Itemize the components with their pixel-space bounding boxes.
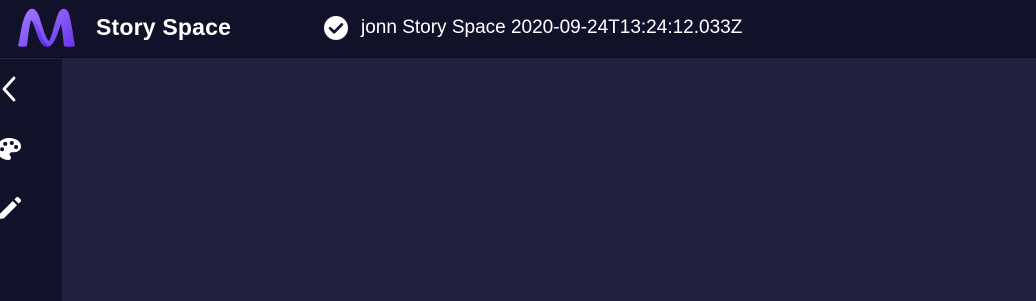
app-window: Story Space jonn Story Space 2020-09-24T…: [0, 0, 1036, 301]
top-bar: Story Space jonn Story Space 2020-09-24T…: [0, 0, 1036, 58]
back-button[interactable]: [0, 60, 40, 118]
save-status: jonn Story Space 2020-09-24T13:24:12.033…: [323, 14, 742, 42]
check-circle-icon: [324, 16, 348, 40]
left-sidebar: [0, 59, 62, 301]
edit-button[interactable]: [0, 180, 40, 238]
chevron-left-icon: [2, 76, 16, 102]
app-logo[interactable]: [16, 6, 77, 50]
app-title: Story Space: [96, 14, 232, 40]
theme-palette-button[interactable]: [0, 120, 40, 178]
status-text: jonn Story Space 2020-09-24T13:24:12.033…: [361, 17, 743, 38]
palette-icon: [0, 138, 21, 160]
pencil-icon: [0, 197, 21, 219]
main-content-area: [62, 59, 1036, 301]
